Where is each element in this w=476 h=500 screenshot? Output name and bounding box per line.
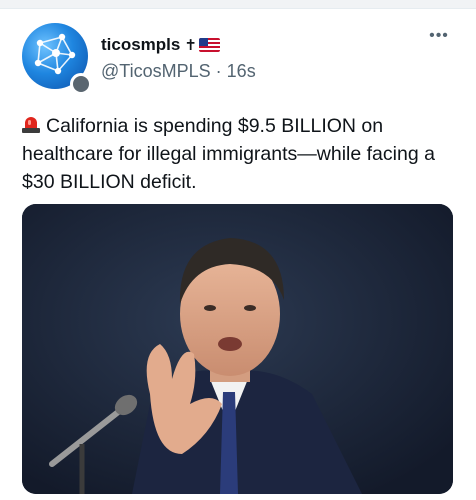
police-light-icon bbox=[22, 116, 40, 133]
status-strip bbox=[0, 0, 476, 9]
tweet-text: California is spending $9.5 BILLION on h… bbox=[22, 112, 462, 196]
speaker-photo bbox=[22, 204, 453, 494]
handle-row: @TicosMPLS · 16s bbox=[101, 61, 256, 82]
separator-dot: · bbox=[215, 61, 222, 81]
display-name[interactable]: ticosmpls bbox=[101, 35, 180, 55]
tweet-body: California is spending $9.5 BILLION on h… bbox=[22, 115, 435, 193]
more-options-icon[interactable]: ••• bbox=[427, 28, 451, 45]
us-flag-icon bbox=[198, 38, 220, 52]
user-handle[interactable]: @TicosMPLS bbox=[101, 61, 211, 81]
cross-icon: ✝ bbox=[184, 37, 197, 54]
tweet-image[interactable] bbox=[22, 204, 453, 494]
author-name-row: ticosmpls ✝ bbox=[101, 34, 220, 56]
verified-org-badge-icon bbox=[70, 73, 92, 95]
timestamp[interactable]: 16s bbox=[227, 61, 256, 81]
tweet-card[interactable]: ticosmpls ✝ @TicosMPLS · 16s ••• Califor… bbox=[0, 9, 476, 500]
